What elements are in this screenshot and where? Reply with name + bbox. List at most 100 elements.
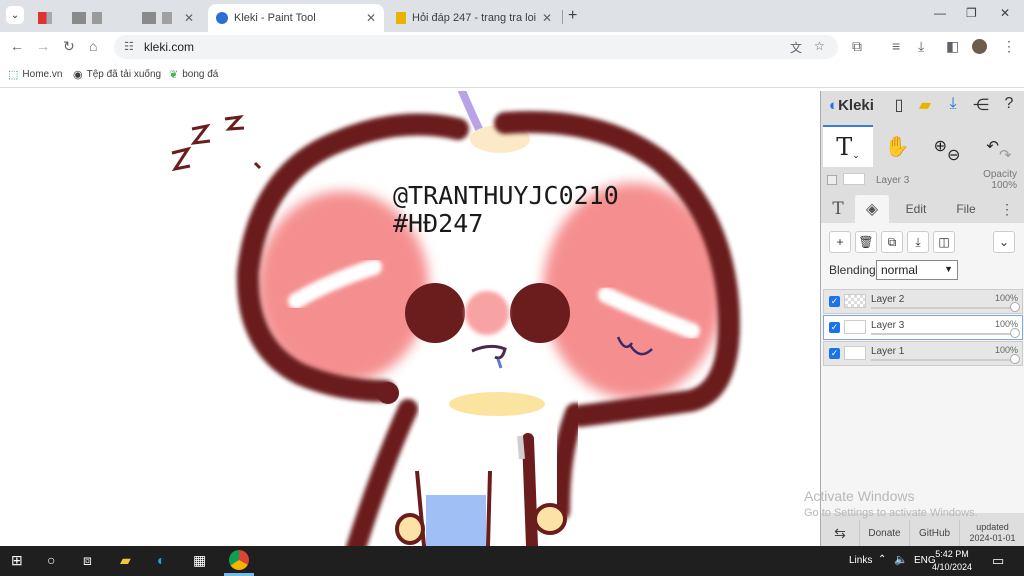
- tab-file[interactable]: File: [943, 195, 989, 223]
- duplicate-layer-button[interactable]: ⧉: [881, 231, 903, 253]
- layer-thumbnail: [843, 173, 865, 185]
- site-settings-icon[interactable]: ☷: [124, 40, 134, 53]
- drawing-canvas[interactable]: @TRANTHUYJC0210 #HĐ247: [0, 91, 820, 546]
- zoom-out-icon[interactable]: ⊖: [947, 145, 960, 165]
- layer-visibility-checkbox[interactable]: ✓: [829, 322, 840, 333]
- updated-date: 2024-01-01: [969, 533, 1016, 543]
- current-layer-indicator: Layer 3 Opacity 100%: [821, 169, 1024, 195]
- arm-right: [522, 433, 538, 546]
- tab-2[interactable]: [64, 4, 134, 32]
- bookmark-home-vn[interactable]: ⬚ Home.vn: [8, 68, 62, 81]
- address-bar[interactable]: ☷ kleki.com 文 ☆: [114, 35, 838, 59]
- chevron-up-icon[interactable]: ⌃: [878, 554, 886, 565]
- tab-search-button[interactable]: ⌄: [6, 6, 24, 24]
- layer-row[interactable]: ✓ Layer 2 100%: [823, 289, 1023, 314]
- watermark-subtitle: Go to Settings to activate Windows.: [804, 507, 978, 519]
- hand-tool-button[interactable]: ✋: [877, 125, 917, 167]
- close-icon[interactable]: ✕: [366, 11, 376, 25]
- layer-opacity-slider[interactable]: [871, 359, 1016, 361]
- share-icon[interactable]: ⋲: [971, 95, 991, 115]
- github-link[interactable]: GitHub: [909, 520, 959, 546]
- tab-kleki[interactable]: Kleki - Paint Tool ✕: [208, 4, 384, 32]
- tab-layers[interactable]: ◈: [855, 195, 889, 223]
- tab-1[interactable]: [30, 4, 64, 32]
- add-layer-button[interactable]: +: [829, 231, 851, 253]
- rename-layer-button[interactable]: ◫: [933, 231, 955, 253]
- help-icon[interactable]: ?: [999, 95, 1019, 115]
- open-folder-icon[interactable]: ▰: [915, 95, 935, 115]
- restore-icon[interactable]: ❐: [966, 6, 977, 20]
- tool-row: T ⌄ ✋ ⊕ ⊖ ↶ ↷: [821, 125, 1024, 167]
- slider-handle[interactable]: [1010, 328, 1020, 338]
- file-explorer-icon[interactable]: ▰: [120, 552, 131, 569]
- minimize-icon[interactable]: —: [934, 6, 946, 20]
- window-close-icon[interactable]: ✕: [1000, 6, 1010, 20]
- bookmark-bong-da[interactable]: ❦ bong đá: [169, 68, 218, 81]
- changelog-link[interactable]: updated 2024-01-01: [959, 520, 1024, 546]
- bookmark-downloads[interactable]: ◉ Tệp đã tải xuống: [73, 68, 161, 81]
- chrome-icon[interactable]: [229, 550, 249, 570]
- forward-icon[interactable]: →: [36, 38, 50, 54]
- layer-row[interactable]: ✓ Layer 3 100%: [823, 315, 1023, 340]
- layer-visibility-checkbox[interactable]: [827, 175, 837, 185]
- search-icon[interactable]: ○: [47, 552, 55, 568]
- tab-edit[interactable]: Edit: [893, 195, 939, 223]
- close-icon[interactable]: ✕: [542, 11, 552, 25]
- swap-side-icon[interactable]: ⇆: [821, 520, 859, 546]
- zzz-dot: [253, 161, 262, 170]
- store-icon[interactable]: ▦: [193, 552, 206, 569]
- blending-value: normal: [881, 263, 918, 277]
- layers-icon: ◈: [865, 201, 879, 218]
- tab-title: Hỏi đáp 247 - trang tra loi: [412, 12, 536, 24]
- layer-opacity-slider[interactable]: [871, 333, 1016, 335]
- save-download-icon[interactable]: ⤓: [943, 95, 963, 115]
- text-tool-button[interactable]: T ⌄: [823, 125, 873, 167]
- back-icon[interactable]: ←: [10, 38, 24, 54]
- system-clock[interactable]: 5:42 PM 4/10/2024: [930, 548, 974, 574]
- kleki-logo[interactable]: ◐Kleki: [829, 97, 874, 114]
- layer-opacity-slider[interactable]: [871, 307, 1016, 309]
- tab-text[interactable]: T: [823, 195, 853, 223]
- layer-options-button[interactable]: ⌄: [993, 231, 1015, 253]
- slider-handle[interactable]: [1010, 354, 1020, 364]
- delete-layer-button[interactable]: 🗑: [855, 231, 877, 253]
- home-icon[interactable]: ⌂: [89, 38, 97, 54]
- avatar[interactable]: [972, 39, 987, 54]
- links-toolbar[interactable]: Links: [849, 555, 872, 566]
- menu-icon[interactable]: ⋮: [1002, 38, 1016, 55]
- rename-icon: ◫: [938, 235, 950, 249]
- undo-icon[interactable]: ↶: [986, 137, 999, 155]
- tab-hoidap[interactable]: Hỏi đáp 247 - trang tra loi ✕: [388, 4, 560, 32]
- tab-strip: ⌄ ✕ Kleki - Paint Tool ✕ Hỏi đáp 247 - t…: [0, 0, 1024, 32]
- reload-icon[interactable]: ↻: [63, 38, 75, 55]
- task-view-icon[interactable]: ⧈: [83, 552, 92, 569]
- blending-select[interactable]: normal ▼: [876, 260, 958, 280]
- side-panel-icon[interactable]: ◧: [946, 38, 959, 55]
- new-image-icon[interactable]: ▯: [889, 95, 909, 115]
- slider-handle[interactable]: [1010, 302, 1020, 312]
- notifications-icon[interactable]: ▭: [992, 553, 1004, 569]
- download-icon[interactable]: ⤓: [918, 38, 924, 55]
- drawing-artwork: @TRANTHUYJC0210 #HĐ247: [171, 91, 740, 546]
- more-menu-icon[interactable]: ⋮: [997, 195, 1017, 223]
- tab-3[interactable]: ✕: [134, 4, 208, 32]
- merge-down-button[interactable]: ⤓: [907, 231, 929, 253]
- volume-icon[interactable]: 🔈: [894, 553, 908, 566]
- layer-name: Layer 2: [871, 294, 905, 305]
- windows-start-icon[interactable]: ⊞: [11, 552, 23, 569]
- layer-row[interactable]: ✓ Layer 1 100%: [823, 341, 1023, 366]
- zoom-in-icon[interactable]: ⊕: [934, 136, 947, 156]
- close-icon[interactable]: ✕: [184, 11, 194, 25]
- donate-link[interactable]: Donate: [859, 520, 909, 546]
- layer-visibility-checkbox[interactable]: ✓: [829, 348, 840, 359]
- redo-icon[interactable]: ↷: [999, 146, 1012, 164]
- translate-icon[interactable]: 文: [790, 39, 802, 56]
- extensions-icon[interactable]: ⧉: [852, 38, 862, 55]
- chevron-down-icon: ⌄: [998, 235, 1010, 249]
- layer-visibility-checkbox[interactable]: ✓: [829, 296, 840, 307]
- media-icon[interactable]: ≡: [892, 38, 900, 54]
- edge-icon[interactable]: ◐: [157, 552, 165, 568]
- new-tab-button[interactable]: +: [568, 7, 577, 25]
- drool: [496, 358, 503, 369]
- bookmark-star-icon[interactable]: ☆: [814, 39, 825, 53]
